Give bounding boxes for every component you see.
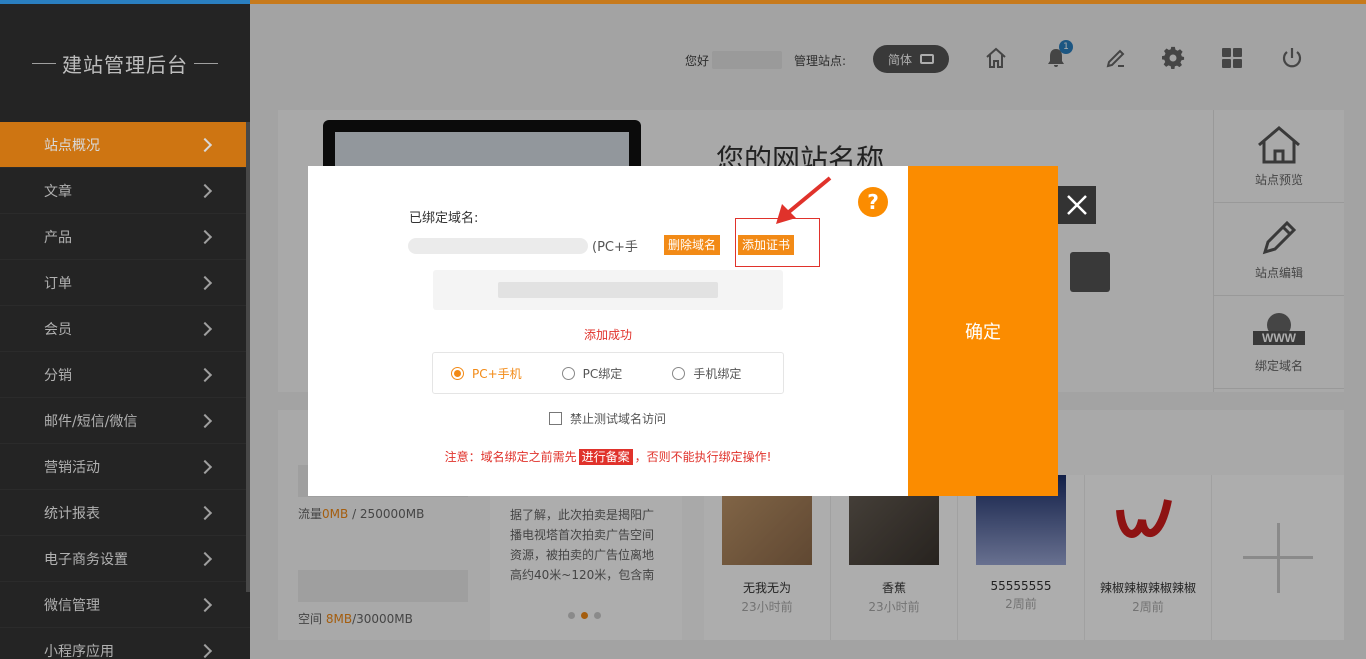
domain-input[interactable] (433, 270, 783, 310)
help-icon[interactable]: ? (858, 187, 888, 217)
filing-button[interactable]: 进行备案 (578, 449, 633, 465)
bind-mode-group: PC+手机 PC绑定 手机绑定 (432, 352, 784, 394)
filing-notice: 注意：域名绑定之前需先 进行备案 ，否则不能执行绑定操作! (444, 449, 772, 465)
forbid-test-domain-checkbox[interactable]: 禁止测试域名访问 (549, 410, 666, 427)
close-icon[interactable] (1058, 186, 1096, 224)
delete-domain-button[interactable]: 删除域名 (664, 235, 721, 255)
annotation-arrow-icon (776, 176, 832, 224)
success-message: 添加成功 (583, 328, 632, 342)
modal-backdrop-sidebar (0, 4, 250, 659)
bound-domain-label: 已绑定域名: (409, 211, 479, 226)
confirm-button[interactable]: 确定 (908, 166, 1058, 496)
bound-domain-type: (PC+手 (592, 240, 638, 255)
radio-mobile[interactable]: 手机绑定 (672, 365, 783, 382)
radio-pc-mobile[interactable]: PC+手机 (451, 365, 562, 382)
domain-input-value-redacted (498, 282, 718, 298)
radio-pc[interactable]: PC绑定 (561, 365, 673, 382)
bound-domain-redacted (408, 238, 588, 254)
bind-domain-dialog: ? 已绑定域名: (PC+手 删除域名 添加证书 添加成功 PC+手机 PC绑定… (308, 166, 908, 496)
